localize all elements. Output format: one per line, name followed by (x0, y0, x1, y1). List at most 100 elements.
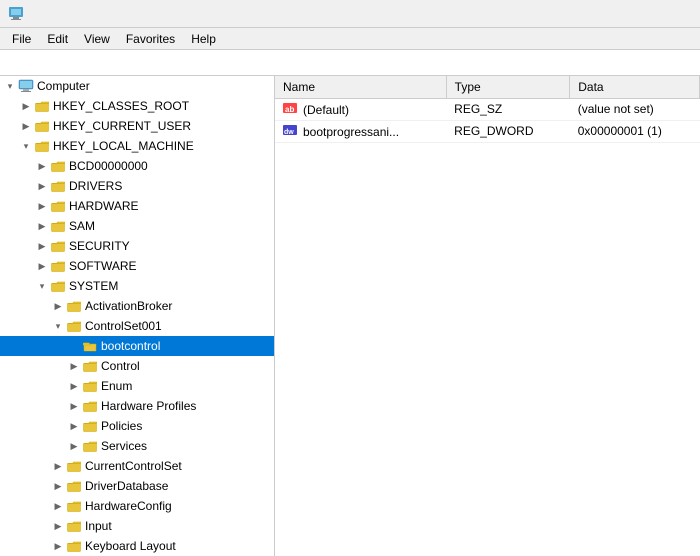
right-pane: NameTypeData ab(Default)REG_SZ(value not… (275, 76, 700, 556)
expand-arrow-hardwareconfig[interactable]: ▶ (50, 501, 66, 512)
tree-item-hardware[interactable]: ▶ HARDWARE (0, 196, 274, 216)
expand-arrow-activationbroker[interactable]: ▶ (50, 301, 66, 312)
tree-item-sam[interactable]: ▶ SAM (0, 216, 274, 236)
tree-label-services: Services (101, 439, 147, 453)
expand-arrow-sam[interactable]: ▶ (34, 221, 50, 232)
tree-item-computer[interactable]: ▾ Computer (0, 76, 274, 96)
table-header: NameTypeData (275, 76, 700, 98)
tree-item-input[interactable]: ▶ Input (0, 516, 274, 536)
expand-arrow-software[interactable]: ▶ (34, 261, 50, 272)
tree-item-keyboard_layout[interactable]: ▶ Keyboard Layout (0, 536, 274, 556)
expand-arrow-controlset001[interactable]: ▾ (50, 321, 66, 332)
menu-item-view[interactable]: View (76, 30, 118, 48)
folder-icon-keyboard_layout (66, 538, 82, 554)
expand-arrow-currentcontrolset[interactable]: ▶ (50, 461, 66, 472)
tree-item-hardwareconfig[interactable]: ▶ HardwareConfig (0, 496, 274, 516)
tree-label-enum: Enum (101, 379, 132, 393)
tree-item-policies[interactable]: ▶ Policies (0, 416, 274, 436)
expand-arrow-computer[interactable]: ▾ (2, 81, 18, 92)
tree-label-hkey_current_user: HKEY_CURRENT_USER (53, 119, 191, 133)
folder-icon-policies (82, 418, 98, 434)
expand-arrow-input[interactable]: ▶ (50, 521, 66, 532)
expand-arrow-hkey_current_user[interactable]: ▶ (18, 121, 34, 132)
tree-label-computer: Computer (37, 79, 90, 93)
tree-label-driverdatabase: DriverDatabase (85, 479, 168, 493)
reg-value-icon-1: dw (283, 124, 299, 136)
tree-item-drivers[interactable]: ▶ DRIVERS (0, 176, 274, 196)
svg-text:dw: dw (284, 129, 294, 136)
folder-icon-services (82, 438, 98, 454)
menu-item-favorites[interactable]: Favorites (118, 30, 183, 48)
table-row-0[interactable]: ab(Default)REG_SZ(value not set) (275, 98, 700, 120)
tree-pane[interactable]: ▾ Computer▶ HKEY_CLASSES_ROOT▶ HKEY_CURR… (0, 76, 275, 556)
tree-item-control[interactable]: ▶ Control (0, 356, 274, 376)
expand-arrow-driverdatabase[interactable]: ▶ (50, 481, 66, 492)
cell-type-1: REG_DWORD (446, 120, 570, 142)
tree-label-hardware: HARDWARE (69, 199, 139, 213)
folder-icon-system (50, 278, 66, 294)
reg-value-icon-0: ab (283, 102, 299, 114)
tree-label-system: SYSTEM (69, 279, 118, 293)
tree-label-policies: Policies (101, 419, 142, 433)
table-row-1[interactable]: dw bootprogressani... REG_DWORD0x00000001 … (275, 120, 700, 142)
tree-label-bootcontrol: bootcontrol (101, 339, 160, 353)
folder-icon-sam (50, 218, 66, 234)
menu-item-help[interactable]: Help (183, 30, 224, 48)
folder-icon-bootcontrol (82, 338, 98, 354)
tree-item-hardware_profiles[interactable]: ▶ Hardware Profiles (0, 396, 274, 416)
folder-icon-security (50, 238, 66, 254)
folder-icon-hardware (50, 198, 66, 214)
tree-item-bootcontrol[interactable]: bootcontrol (0, 336, 274, 356)
title-bar (0, 0, 700, 28)
menu-item-edit[interactable]: Edit (39, 30, 76, 48)
registry-tree: ▾ Computer▶ HKEY_CLASSES_ROOT▶ HKEY_CURR… (0, 76, 274, 556)
tree-item-enum[interactable]: ▶ Enum (0, 376, 274, 396)
folder-icon-activationbroker (66, 298, 82, 314)
tree-item-controlset001[interactable]: ▾ ControlSet001 (0, 316, 274, 336)
tree-item-activationbroker[interactable]: ▶ ActivationBroker (0, 296, 274, 316)
expand-arrow-hkey_local_machine[interactable]: ▾ (18, 141, 34, 152)
menu-item-file[interactable]: File (4, 30, 39, 48)
expand-arrow-security[interactable]: ▶ (34, 241, 50, 252)
tree-item-security[interactable]: ▶ SECURITY (0, 236, 274, 256)
address-bar (0, 50, 700, 76)
tree-item-bcd00000000[interactable]: ▶ BCD00000000 (0, 156, 274, 176)
tree-label-activationbroker: ActivationBroker (85, 299, 172, 313)
expand-arrow-services[interactable]: ▶ (66, 441, 82, 452)
cell-data-1: 0x00000001 (1) (570, 120, 700, 142)
tree-item-services[interactable]: ▶ Services (0, 436, 274, 456)
folder-icon-drivers (50, 178, 66, 194)
tree-item-software[interactable]: ▶ SOFTWARE (0, 256, 274, 276)
cell-name-0: ab(Default) (275, 98, 446, 120)
tree-label-sam: SAM (69, 219, 95, 233)
tree-item-currentcontrolset[interactable]: ▶ CurrentControlSet (0, 456, 274, 476)
col-header-name: Name (275, 76, 446, 98)
tree-item-hkey_local_machine[interactable]: ▾ HKEY_LOCAL_MACHINE (0, 136, 274, 156)
expand-arrow-control[interactable]: ▶ (66, 361, 82, 372)
col-header-data: Data (570, 76, 700, 98)
tree-label-hkey_classes_root: HKEY_CLASSES_ROOT (53, 99, 189, 113)
expand-arrow-system[interactable]: ▾ (34, 281, 50, 292)
tree-item-hkey_classes_root[interactable]: ▶ HKEY_CLASSES_ROOT (0, 96, 274, 116)
cell-data-0: (value not set) (570, 98, 700, 120)
cell-name-text-1: bootprogressani... (303, 125, 399, 139)
cell-name-1: dw bootprogressani... (275, 120, 446, 142)
folder-icon-hkey_local_machine (34, 138, 50, 154)
tree-label-currentcontrolset: CurrentControlSet (85, 459, 182, 473)
tree-item-hkey_current_user[interactable]: ▶ HKEY_CURRENT_USER (0, 116, 274, 136)
tree-item-system[interactable]: ▾ SYSTEM (0, 276, 274, 296)
expand-arrow-enum[interactable]: ▶ (66, 381, 82, 392)
expand-arrow-bcd00000000[interactable]: ▶ (34, 161, 50, 172)
tree-item-driverdatabase[interactable]: ▶ DriverDatabase (0, 476, 274, 496)
expand-arrow-hkey_classes_root[interactable]: ▶ (18, 101, 34, 112)
expand-arrow-hardware_profiles[interactable]: ▶ (66, 401, 82, 412)
expand-arrow-hardware[interactable]: ▶ (34, 201, 50, 212)
expand-arrow-policies[interactable]: ▶ (66, 421, 82, 432)
expand-arrow-keyboard_layout[interactable]: ▶ (50, 541, 66, 552)
computer-icon-computer (18, 78, 34, 94)
tree-label-drivers: DRIVERS (69, 179, 122, 193)
expand-arrow-drivers[interactable]: ▶ (34, 181, 50, 192)
tree-label-keyboard_layout: Keyboard Layout (85, 539, 176, 553)
folder-icon-enum (82, 378, 98, 394)
folder-icon-software (50, 258, 66, 274)
